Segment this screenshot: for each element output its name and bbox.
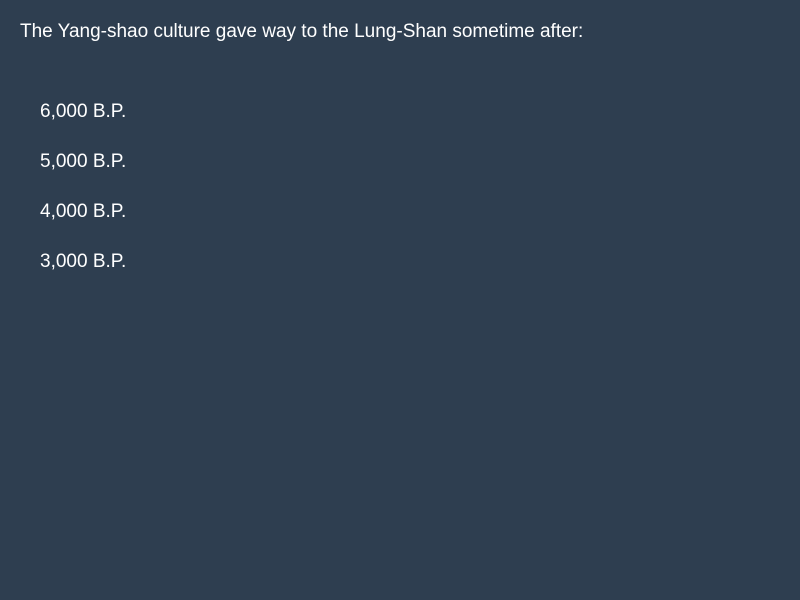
- quiz-page: The Yang-shao culture gave way to the Lu…: [0, 0, 800, 600]
- answer-option-6000-bp[interactable]: 6,000 B.P.: [40, 100, 126, 150]
- question-text: The Yang-shao culture gave way to the Lu…: [20, 21, 584, 42]
- answer-option-3000-bp[interactable]: 3,000 B.P.: [40, 250, 126, 300]
- answer-option-5000-bp[interactable]: 5,000 B.P.: [40, 150, 126, 200]
- answer-options-list: 6,000 B.P. 5,000 B.P. 4,000 B.P. 3,000 B…: [40, 100, 126, 300]
- answer-option-4000-bp[interactable]: 4,000 B.P.: [40, 200, 126, 250]
